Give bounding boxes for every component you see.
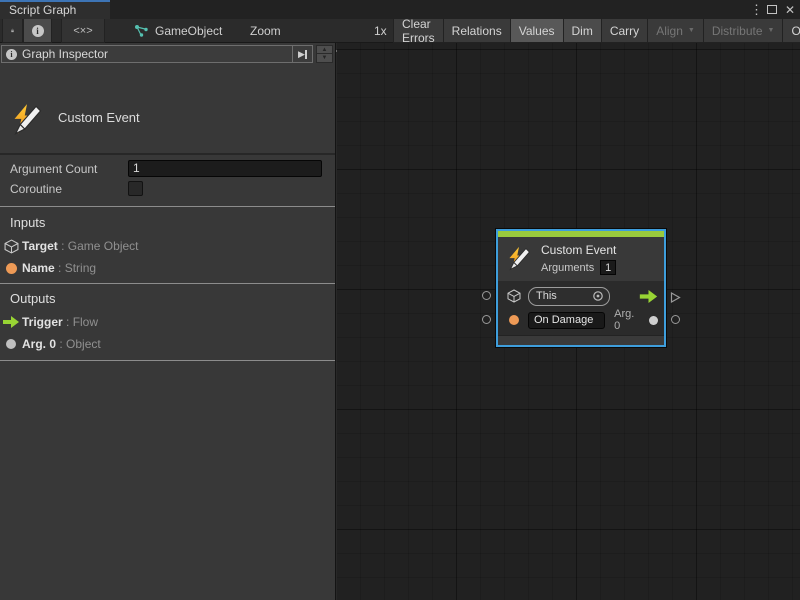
section-separator: [0, 360, 335, 361]
dim-button[interactable]: Dim: [564, 19, 602, 43]
overview-button[interactable]: Overv: [783, 19, 800, 43]
scroll-up-button[interactable]: ▲: [316, 45, 333, 54]
output-port-arg0[interactable]: [671, 315, 680, 324]
argument-count-field[interactable]: 1: [128, 160, 322, 177]
flow-arrow-icon: [639, 290, 658, 303]
input-port-name[interactable]: [482, 315, 491, 324]
chevron-down-icon: ▼: [688, 27, 695, 34]
event-name-field[interactable]: On Damage: [528, 312, 605, 329]
values-button[interactable]: Values: [511, 19, 564, 43]
target-value-dropdown[interactable]: This: [528, 287, 610, 306]
output-port-trigger[interactable]: [670, 290, 681, 308]
port-name: Target: [22, 239, 58, 253]
graph-inspector-title: Graph Inspector: [22, 47, 292, 61]
align-label: Align: [656, 24, 683, 38]
info-icon: i: [6, 49, 17, 60]
carry-button[interactable]: Carry: [602, 19, 648, 43]
toolbar: i <×> GameObject Zoom 1x Clear Errors Re…: [0, 19, 800, 43]
port-name: Trigger: [22, 315, 63, 329]
node-header[interactable]: Custom Event Arguments 1: [498, 237, 664, 281]
node-row-name: On Damage Arg. 0: [498, 308, 664, 332]
zoom-value: 1x: [374, 19, 387, 43]
close-icon[interactable]: ✕: [784, 3, 796, 17]
custom-event-icon: [506, 246, 532, 272]
cube-icon: [504, 289, 524, 303]
info-button[interactable]: i: [23, 19, 52, 43]
input-port-target[interactable]: [482, 291, 491, 300]
string-port-dot: [0, 263, 22, 274]
graph-canvas[interactable]: Custom Event Arguments 1: [337, 43, 800, 600]
input-row-target: Target : Game Object: [0, 237, 336, 255]
dock-icon: ▶: [298, 49, 304, 60]
inspector-node-title: Custom Event: [58, 110, 140, 125]
argument-count-label: Argument Count: [10, 162, 97, 176]
port-type: : Flow: [63, 315, 98, 329]
dock-button[interactable]: ▶: [292, 46, 312, 62]
port-name: Arg. 0: [22, 337, 56, 351]
output-row-arg0: Arg. 0 : Object: [0, 335, 336, 353]
arg0-inner-dot: [649, 316, 658, 325]
outputs-section-title: Outputs: [10, 291, 56, 306]
node-footer: [498, 335, 664, 345]
object-port-dot: [0, 339, 22, 349]
target-value: This: [536, 290, 592, 302]
code-preview-button[interactable]: <×>: [61, 19, 105, 43]
input-row-name: Name : String: [0, 259, 336, 277]
distribute-dropdown[interactable]: Distribute ▼: [704, 19, 784, 43]
info-icon: i: [32, 25, 44, 37]
cube-icon: [0, 239, 22, 254]
port-type: : Game Object: [58, 239, 139, 253]
arg0-label: Arg. 0: [614, 308, 642, 332]
coroutine-checkbox[interactable]: [128, 181, 143, 196]
panel-scroll-spinner: ▲ ▼: [316, 45, 333, 63]
window-controls: ⋮ ✕: [750, 0, 796, 19]
clear-errors-button[interactable]: Clear Errors: [393, 19, 444, 43]
coroutine-label: Coroutine: [10, 182, 62, 196]
port-type: : String: [55, 261, 96, 275]
lock-button[interactable]: [2, 19, 23, 43]
port-name: Name: [22, 261, 55, 275]
custom-event-icon: [10, 103, 44, 142]
align-dropdown[interactable]: Align ▼: [648, 19, 704, 43]
toolbar-button-group: Clear Errors Relations Values Dim Carry …: [393, 19, 800, 43]
string-port-dot: [504, 315, 524, 325]
object-picker-icon[interactable]: [592, 290, 604, 302]
code-icon: <×>: [73, 25, 92, 37]
graph-inspector-header[interactable]: i Graph Inspector ▶: [1, 45, 313, 63]
graph-inspector-panel: i Graph Inspector ▶ ▲ ▼ Custom Event: [0, 43, 336, 600]
flow-arrow-icon: [0, 316, 22, 328]
unity-script-graph-window: Script Graph ⋮ ✕ i <×>: [0, 0, 800, 600]
gameobject-context[interactable]: GameObject: [134, 19, 222, 43]
chevron-down-icon: ▼: [768, 27, 775, 34]
relations-button[interactable]: Relations: [444, 19, 511, 43]
distribute-label: Distribute: [712, 24, 763, 38]
menu-kebab-icon[interactable]: ⋮: [750, 2, 760, 18]
tab-strip: Script Graph ⋮ ✕: [0, 0, 800, 19]
custom-event-node[interactable]: Custom Event Arguments 1: [496, 229, 666, 347]
inputs-section-title: Inputs: [10, 215, 45, 230]
node-title: Custom Event: [541, 243, 616, 258]
section-separator: [0, 206, 335, 207]
zoom-label: Zoom: [250, 19, 281, 43]
scroll-down-button[interactable]: ▼: [316, 54, 333, 63]
port-type: : Object: [56, 337, 101, 351]
arguments-value-field[interactable]: 1: [600, 260, 616, 275]
node-row-target: This: [498, 284, 664, 308]
maximize-icon[interactable]: [767, 5, 777, 14]
arguments-label: Arguments: [541, 262, 594, 274]
lock-icon: [11, 24, 14, 37]
output-row-trigger: Trigger : Flow: [0, 313, 336, 331]
section-divider: [0, 153, 335, 155]
graph-icon: [134, 24, 149, 38]
tab-script-graph[interactable]: Script Graph: [0, 0, 110, 19]
gameobject-label: GameObject: [155, 24, 222, 38]
section-separator: [0, 283, 335, 284]
node-port-rows: This On Damage Arg. 0: [498, 281, 664, 335]
